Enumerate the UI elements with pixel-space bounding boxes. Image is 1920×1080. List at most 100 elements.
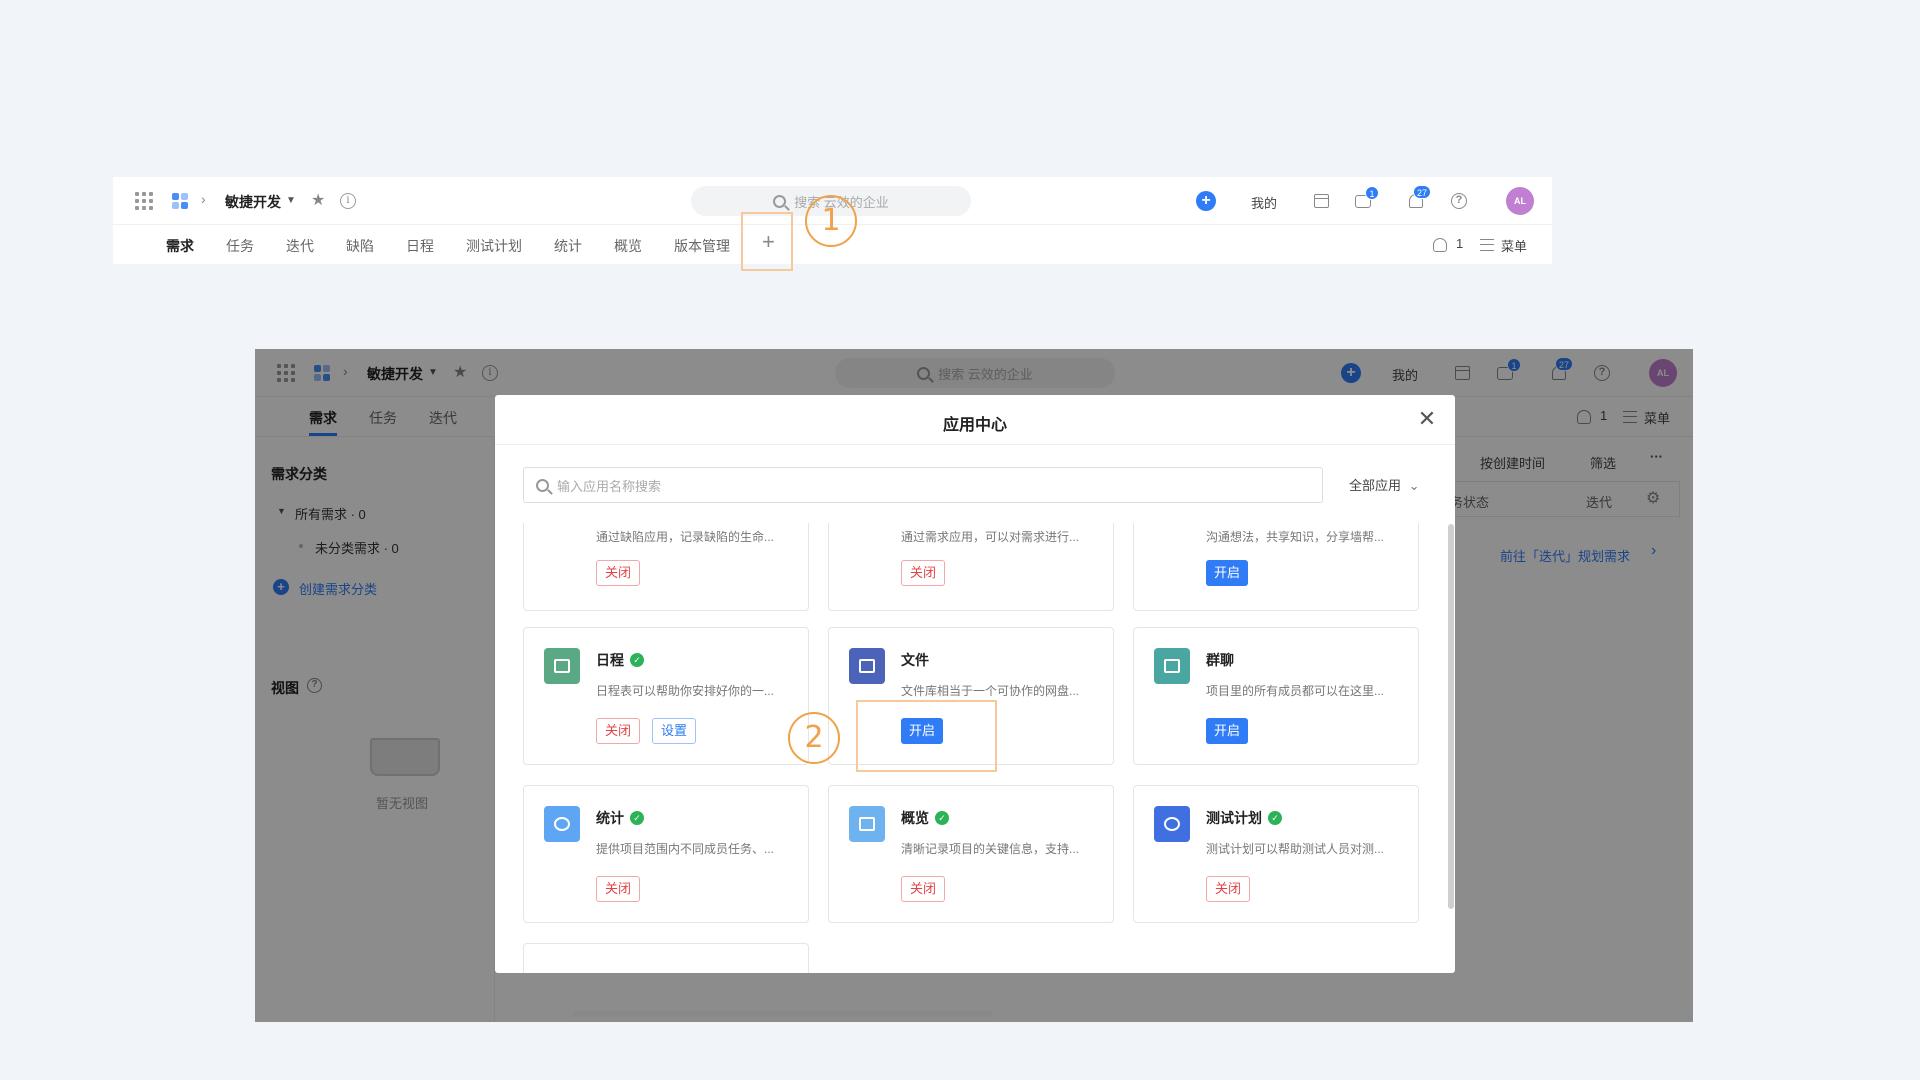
card-name: 日程 ✓ — [596, 650, 644, 670]
app-center-modal: 应用中心 ✕ 输入应用名称搜索 全部应用 ⌄ 通过缺陷应用，记录缺陷的生命...… — [495, 395, 1455, 973]
caret-down-icon[interactable]: ▼ — [286, 195, 296, 206]
avatar[interactable]: AL — [1506, 187, 1534, 215]
calendar-icon — [554, 659, 570, 673]
app-name: 群聊 — [1206, 652, 1234, 668]
tab-test-plan[interactable]: 测试计划 — [466, 236, 522, 256]
card-name: 群聊 — [1206, 650, 1234, 670]
info-icon[interactable]: i — [340, 193, 356, 209]
app-card-requirement: 通过需求应用，可以对需求进行... 关闭 — [828, 523, 1114, 611]
project-icon — [172, 193, 188, 209]
step2-highlight — [856, 700, 997, 772]
tab-schedule[interactable]: 日程 — [406, 236, 434, 256]
app-name: 文件 — [901, 652, 929, 668]
chat-icon — [1164, 659, 1180, 673]
enabled-check-icon: ✓ — [1268, 811, 1282, 825]
statistics-app-icon — [544, 806, 580, 842]
message-badge: 1 — [1365, 186, 1379, 200]
file-app-icon — [849, 648, 885, 684]
close-app-button[interactable]: 关闭 — [901, 876, 946, 902]
app-name: 概览 — [901, 810, 929, 826]
calendar-icon[interactable] — [1314, 194, 1329, 208]
card-desc: 文件库相当于一个可协作的网盘... — [901, 684, 1080, 698]
tab-requirements[interactable]: 需求 — [166, 236, 194, 256]
app-name: 统计 — [596, 810, 624, 826]
close-app-button[interactable]: 关闭 — [596, 876, 641, 902]
create-plus-button[interactable]: + — [1196, 191, 1216, 211]
app-filter-dropdown[interactable]: 全部应用 ⌄ — [1349, 475, 1420, 494]
close-app-button[interactable]: 关闭 — [1206, 876, 1251, 902]
card-name: 统计 ✓ — [596, 808, 644, 828]
close-icon[interactable]: ✕ — [1417, 408, 1437, 430]
card-desc: 通过需求应用，可以对需求进行... — [901, 530, 1080, 544]
modal-header: 应用中心 ✕ — [495, 395, 1455, 445]
card-desc: 清晰记录项目的关键信息，支持... — [901, 842, 1080, 856]
card-name: 概览 ✓ — [901, 808, 949, 828]
menu-icon[interactable] — [1480, 239, 1494, 251]
chevron-right-icon: › — [201, 191, 206, 207]
step1-highlight — [741, 212, 793, 271]
card-desc: 项目里的所有成员都可以在这里... — [1206, 684, 1385, 698]
app-card-defect: 通过缺陷应用，记录缺陷的生命... 关闭 — [523, 523, 809, 611]
tab-overview[interactable]: 概览 — [614, 236, 642, 256]
horizontal-scrollbar[interactable] — [573, 1011, 993, 1017]
enabled-check-icon: ✓ — [935, 811, 949, 825]
app-card-partial — [523, 943, 809, 973]
test-plan-app-icon — [1154, 806, 1190, 842]
app-card-schedule: 日程 ✓ 日程表可以帮助你安排好你的一... 关闭 设置 — [523, 627, 809, 765]
app-grid-icon[interactable] — [135, 192, 153, 210]
app-setting-button[interactable]: 设置 — [652, 718, 697, 744]
project-name[interactable]: 敏捷开发 — [225, 192, 281, 212]
star-icon[interactable]: ★ — [311, 190, 325, 210]
close-app-button[interactable]: 关闭 — [596, 718, 641, 744]
app-card-group-chat: 群聊 项目里的所有成员都可以在这里... 开启 — [1133, 627, 1419, 765]
menu-label[interactable]: 菜单 — [1501, 236, 1527, 255]
search-icon — [773, 194, 787, 208]
tab-statistics[interactable]: 统计 — [554, 236, 582, 256]
card-name: 文件 — [901, 650, 929, 670]
overview-app-icon — [849, 806, 885, 842]
folder-icon — [859, 659, 875, 673]
search-icon — [536, 478, 549, 492]
tab-tasks[interactable]: 任务 — [226, 236, 254, 256]
chevron-down-icon: ⌄ — [1408, 478, 1420, 493]
app-card-test-plan: 测试计划 ✓ 测试计划可以帮助测试人员对测... 关闭 — [1133, 785, 1419, 923]
member-count: 1 — [1456, 236, 1464, 251]
card-name: 测试计划 ✓ — [1206, 808, 1282, 828]
bottom-screenshot: › 敏捷开发 ▼ ★ i 搜索 云效的企业 + 我的 1 27 ? AL 需求 … — [255, 349, 1693, 1022]
tab-defects[interactable]: 缺陷 — [346, 236, 374, 256]
card-desc: 日程表可以帮助你安排好你的一... — [596, 684, 775, 698]
app-card-overview: 概览 ✓ 清晰记录项目的关键信息，支持... 关闭 — [828, 785, 1114, 923]
app-search-placeholder: 输入应用名称搜索 — [557, 478, 662, 494]
app-card-statistics: 统计 ✓ 提供项目范围内不同成员任务、... 关闭 — [523, 785, 809, 923]
pie-chart-icon — [554, 817, 570, 831]
modal-vertical-scrollbar[interactable] — [1448, 524, 1454, 909]
close-app-button[interactable]: 关闭 — [901, 560, 946, 586]
tab-iterations[interactable]: 迭代 — [286, 236, 314, 256]
mine-link[interactable]: 我的 — [1251, 193, 1277, 212]
step-1-marker: 1 — [805, 195, 857, 247]
app-search-input[interactable]: 输入应用名称搜索 — [523, 467, 1323, 503]
app-filter-label: 全部应用 — [1349, 478, 1402, 493]
app-name: 日程 — [596, 652, 624, 668]
open-app-button[interactable]: 开启 — [1206, 560, 1249, 586]
member-icon[interactable] — [1433, 238, 1447, 252]
help-icon[interactable]: ? — [1451, 193, 1467, 209]
card-desc: 沟通想法，共享知识，分享墙帮... — [1206, 530, 1385, 544]
step-2-marker: 2 — [788, 712, 840, 764]
app-card-wiki: 沟通想法，共享知识，分享墙帮... 开启 — [1133, 523, 1419, 611]
card-desc: 提供项目范围内不同成员任务、... — [596, 842, 775, 856]
notification-badge: 27 — [1413, 185, 1432, 199]
app-name: 测试计划 — [1206, 810, 1262, 826]
card-desc: 测试计划可以帮助测试人员对测... — [1206, 842, 1385, 856]
modal-title: 应用中心 — [942, 417, 1007, 434]
enabled-check-icon: ✓ — [630, 811, 644, 825]
chat-app-icon — [1154, 648, 1190, 684]
card-desc: 通过缺陷应用，记录缺陷的生命... — [596, 530, 775, 544]
check-circle-icon — [1164, 817, 1180, 831]
close-app-button[interactable]: 关闭 — [596, 560, 641, 586]
schedule-app-icon — [544, 648, 580, 684]
tab-version[interactable]: 版本管理 — [674, 236, 730, 256]
enabled-check-icon: ✓ — [630, 653, 644, 667]
open-app-button[interactable]: 开启 — [1206, 718, 1249, 744]
overview-icon — [859, 817, 875, 831]
